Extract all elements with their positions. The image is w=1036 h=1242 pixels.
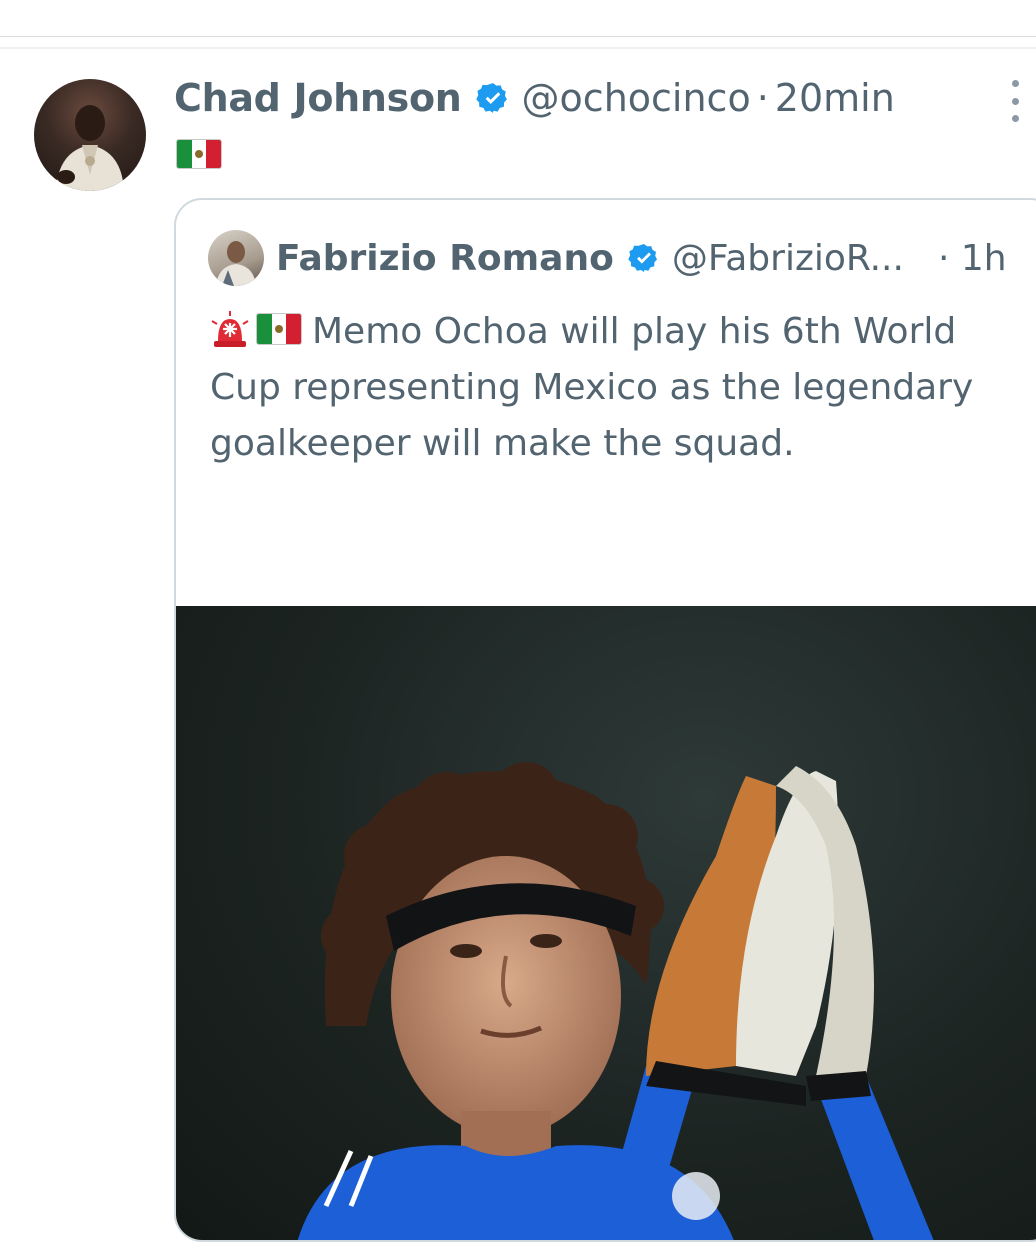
siren-icon — [210, 309, 250, 349]
quoted-tweet-header: Fabrizio Romano @FabrizioR... — [276, 234, 904, 282]
tweet-header: Chad Johnson @ochocinco · 20min — [174, 74, 895, 122]
avatar-photo — [56, 105, 124, 191]
mexico-flag-icon — [176, 139, 222, 169]
dot-separator: · — [756, 76, 769, 120]
quoted-author-name[interactable]: Fabrizio Romano — [276, 238, 614, 279]
top-strip — [0, 0, 1036, 37]
verified-badge-icon — [475, 81, 510, 115]
more-vertical-icon[interactable] — [1004, 80, 1026, 122]
timeline-divider — [0, 47, 1036, 49]
quoted-tweet-body: Memo Ochoa will play his 6th World Cup r… — [210, 311, 974, 464]
mexico-flag-icon — [256, 313, 302, 345]
quoted-tweet-timestamp[interactable]: · 1h — [938, 234, 1007, 282]
quoted-author-handle[interactable]: @FabrizioR... — [672, 238, 904, 279]
author-handle[interactable]: @ochocinco — [522, 76, 751, 120]
author-avatar[interactable] — [34, 79, 146, 191]
quoted-tweet-card[interactable]: Fabrizio Romano @FabrizioR... · 1h Memo … — [174, 198, 1036, 1242]
quoted-author-avatar[interactable] — [208, 230, 264, 286]
author-name[interactable]: Chad Johnson — [174, 76, 462, 120]
tweet-timestamp[interactable]: 20min — [775, 76, 895, 120]
verified-badge-icon — [628, 242, 660, 274]
goalkeeper-photo-image — [297, 762, 934, 1240]
quoted-tweet-text: Memo Ochoa will play his 6th World Cup r… — [210, 304, 1030, 472]
goalkeeper-photo[interactable] — [176, 606, 1036, 1240]
